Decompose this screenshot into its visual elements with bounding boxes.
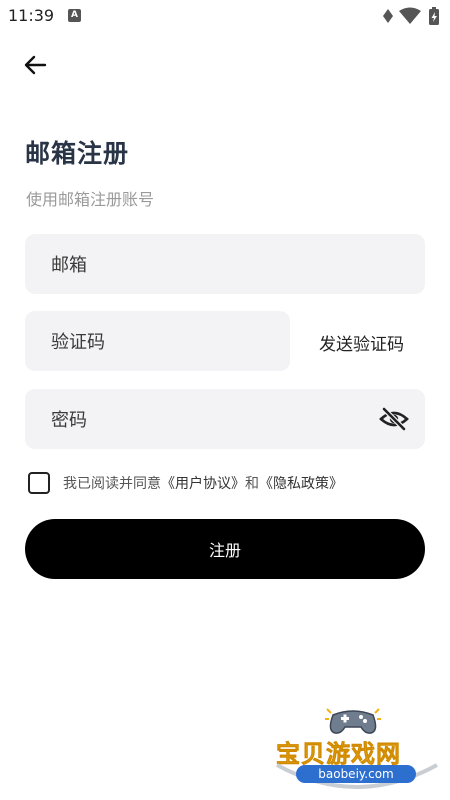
- email-placeholder: 邮箱: [51, 255, 87, 276]
- page-title: 邮箱注册: [25, 139, 130, 168]
- email-field[interactable]: 邮箱: [25, 234, 425, 294]
- agreement-checkbox[interactable]: [28, 472, 50, 494]
- watermark: 宝贝游戏网 baobeiy.com: [268, 705, 444, 800]
- status-time: 11:39: [8, 6, 55, 25]
- send-code-button[interactable]: 发送验证码: [319, 330, 404, 355]
- diamond-icon: [383, 9, 393, 23]
- verification-code-field[interactable]: 验证码: [25, 311, 290, 371]
- password-field[interactable]: 密码: [25, 389, 425, 449]
- arrow-left-icon: [24, 55, 47, 75]
- agreement-text: 我已阅读并同意《用户协议》和《隐私政策》: [63, 473, 343, 493]
- battery-icon: [429, 7, 439, 25]
- agreement-and: 和: [245, 476, 259, 492]
- password-placeholder: 密码: [51, 410, 87, 431]
- notification-icon: A: [68, 9, 81, 22]
- user-agreement-link[interactable]: 《用户协议》: [161, 476, 245, 492]
- gamepad-icon: [325, 708, 381, 734]
- page-subtitle: 使用邮箱注册账号: [26, 190, 155, 209]
- register-button[interactable]: 注册: [25, 519, 425, 579]
- agreement-prefix: 我已阅读并同意: [63, 476, 161, 492]
- register-button-label: 注册: [208, 541, 241, 560]
- wifi-icon: [399, 7, 421, 24]
- code-placeholder: 验证码: [51, 332, 105, 353]
- status-icons: [383, 7, 439, 25]
- watermark-domain: baobeiy.com: [296, 765, 416, 783]
- eye-off-icon[interactable]: [379, 406, 409, 432]
- status-bar: 11:39 A: [0, 0, 450, 32]
- back-button[interactable]: [18, 50, 52, 80]
- privacy-policy-link[interactable]: 《隐私政策》: [259, 476, 343, 492]
- agreement-row: 我已阅读并同意《用户协议》和《隐私政策》: [28, 472, 343, 494]
